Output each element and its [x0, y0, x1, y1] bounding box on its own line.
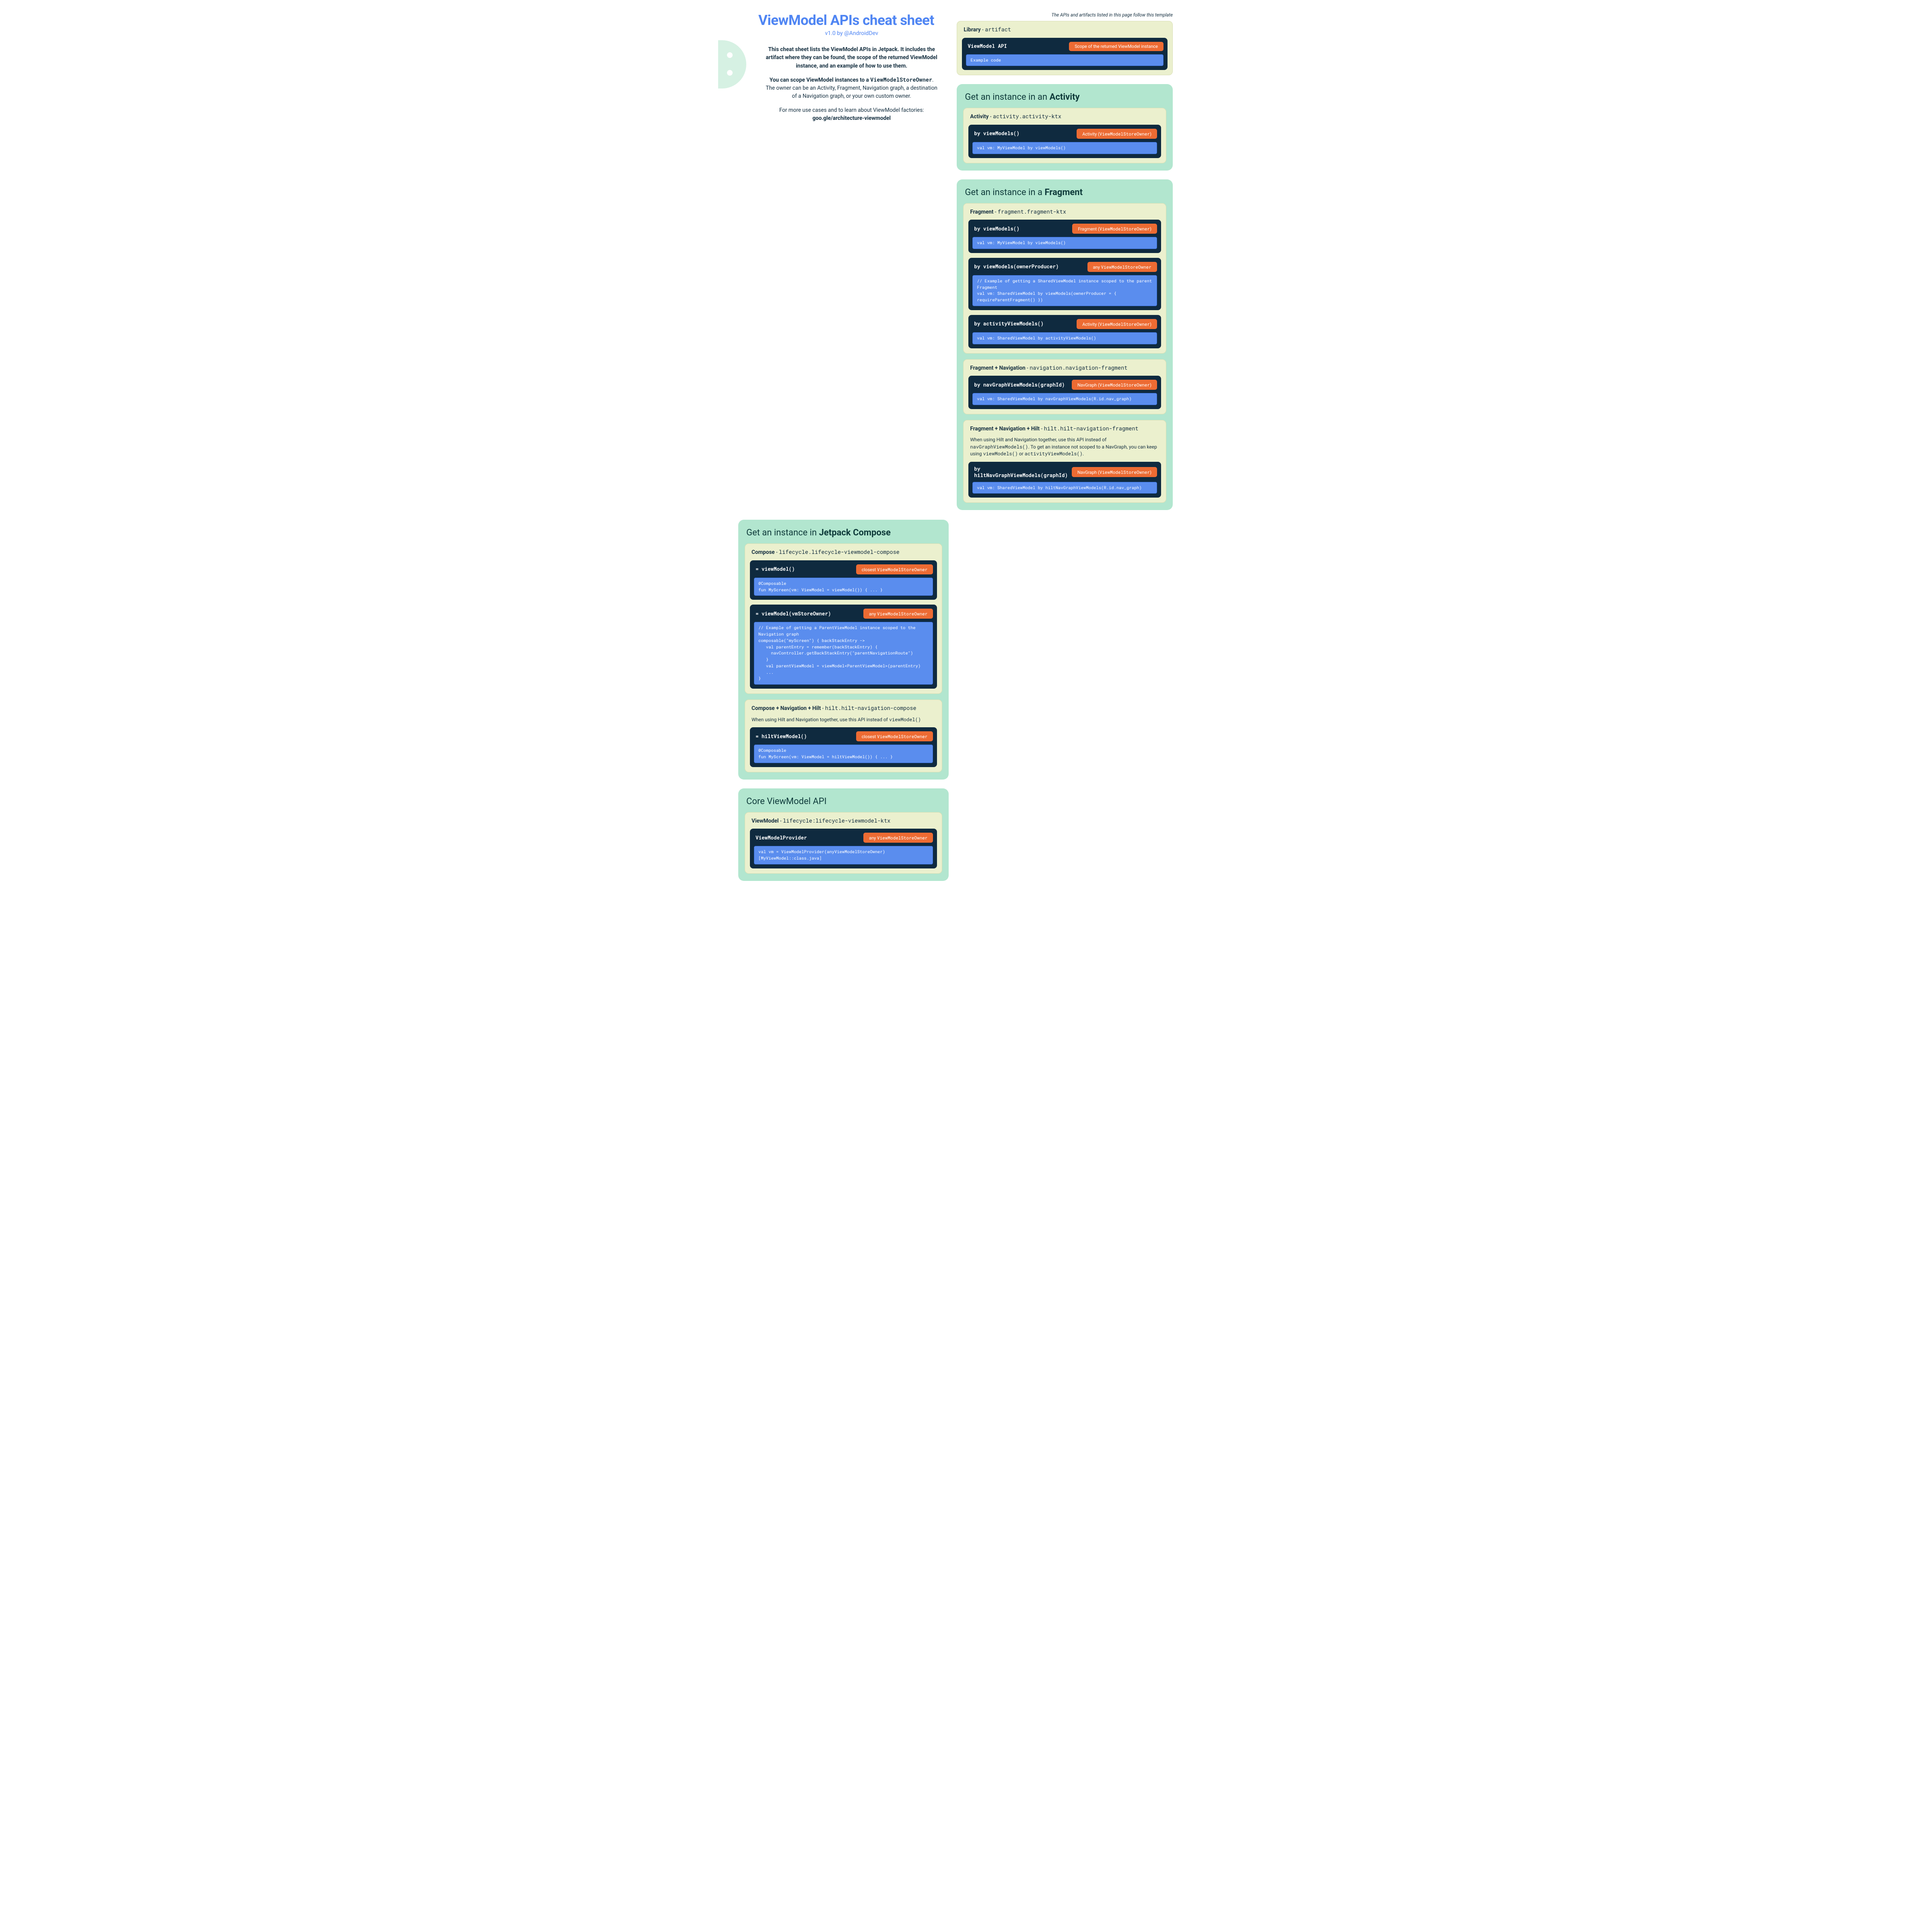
section-title-core: Core ViewModel API [746, 796, 942, 807]
section-core: Core ViewModel API ViewModel - lifecycle… [738, 788, 949, 881]
code-example: // Example of getting a SharedViewModel … [972, 275, 1157, 306]
api-name: by viewModels() [972, 130, 1019, 137]
code-example: val vm: SharedViewModel by navGraphViewM… [972, 393, 1157, 405]
scope-chip: any ViewModelStoreOwner [863, 609, 933, 619]
template-api-block: ViewModel API Scope of the returned View… [962, 38, 1168, 70]
template-scope-chip: Scope of the returned ViewModel instance [1069, 42, 1163, 51]
card-note: When using Hilt and Navigation together,… [970, 436, 1159, 457]
code-example: @Composable fun MyScreen(vm: ViewModel =… [754, 578, 933, 596]
code-example: val vm: SharedViewModel by activityViewM… [972, 332, 1157, 344]
api-name: by activityViewModels() [972, 321, 1044, 327]
card-compose: Compose - lifecycle.lifecycle-viewmodel-… [745, 543, 942, 694]
section-title-compose: Get an instance in Jetpack Compose [746, 528, 942, 538]
card-fragment-nav-hilt: Fragment + Navigation + Hilt - hilt.hilt… [963, 420, 1166, 503]
api-name: by viewModels() [972, 226, 1019, 232]
card-note: When using Hilt and Navigation together,… [752, 716, 935, 723]
page-title: ViewModel APIs cheat sheet [758, 12, 945, 29]
template-lib-header: Library - artifact [964, 26, 1168, 34]
code-example: val vm = ViewModelProvider(anyViewModelS… [754, 846, 933, 864]
api-name: = viewModel(vmStoreOwner) [754, 611, 831, 617]
section-fragment: Get an instance in a Fragment Fragment -… [957, 179, 1173, 510]
code-example: @Composable fun MyScreen(vm: ViewModel =… [754, 745, 933, 763]
code-example: val vm: MyViewModel by viewModels() [972, 237, 1157, 249]
api-name: by hiltNavGraphViewModels(graphId) [972, 466, 1068, 479]
api-name: by viewModels(ownerProducer) [972, 263, 1058, 270]
scope-chip: any ViewModelStoreOwner [863, 833, 933, 843]
scope-chip: any ViewModelStoreOwner [1087, 262, 1157, 272]
section-compose: Get an instance in Jetpack Compose Compo… [738, 520, 949, 779]
scope-chip: closest ViewModelStoreOwner [856, 731, 933, 741]
scope-chip: NavGraph (ViewModelStoreOwner) [1072, 380, 1157, 390]
card-compose-nav-hilt: Compose + Navigation + Hilt - hilt.hilt-… [745, 700, 942, 772]
card-core: ViewModel - lifecycle:lifecycle-viewmode… [745, 812, 942, 874]
card-fragment-nav: Fragment + Navigation - navigation.navig… [963, 359, 1166, 414]
section-activity: Get an instance in an Activity Activity … [957, 84, 1173, 170]
code-example: val vm: MyViewModel by viewModels() [972, 142, 1157, 154]
scope-chip: Activity (ViewModelStoreOwner) [1077, 319, 1157, 329]
card-activity: Activity - activity.activity-ktx by view… [963, 108, 1166, 163]
scope-chip: Fragment (ViewModelStoreOwner) [1072, 224, 1157, 234]
section-title-fragment: Get an instance in a Fragment [965, 187, 1166, 198]
android-icon [718, 40, 746, 88]
docs-link[interactable]: goo.gle/architecture-viewmodel [812, 115, 891, 121]
code-example: val vm: SharedViewModel by hiltNavGraphV… [972, 482, 1157, 494]
scope-chip: Activity (ViewModelStoreOwner) [1077, 129, 1157, 139]
byline: v1.0 by @AndroidDev [758, 30, 945, 37]
api-name: by navGraphViewModels(graphId) [972, 382, 1065, 388]
template-note: The APIs and artifacts listed in this pa… [957, 12, 1173, 18]
scope-chip: NavGraph (ViewModelStoreOwner) [1072, 467, 1157, 477]
template-code: Example code [966, 54, 1163, 66]
scope-chip: closest ViewModelStoreOwner [856, 564, 933, 574]
api-name: ViewModelProvider [754, 835, 807, 841]
code-example: // Example of getting a ParentViewModel … [754, 622, 933, 685]
author-link[interactable]: @AndroidDev [844, 30, 878, 37]
hero: ViewModel APIs cheat sheet v1.0 by @Andr… [738, 12, 949, 128]
template-api-name: ViewModel API [966, 43, 1007, 49]
section-title-activity: Get an instance in an Activity [965, 92, 1166, 102]
template-legend: The APIs and artifacts listed in this pa… [957, 12, 1173, 75]
api-name: = hiltViewModel() [754, 733, 807, 740]
api-name: = viewModel() [754, 566, 795, 572]
intro-text: This cheat sheet lists the ViewModel API… [765, 45, 938, 122]
card-fragment: Fragment - fragment.fragment-ktx by view… [963, 203, 1166, 354]
